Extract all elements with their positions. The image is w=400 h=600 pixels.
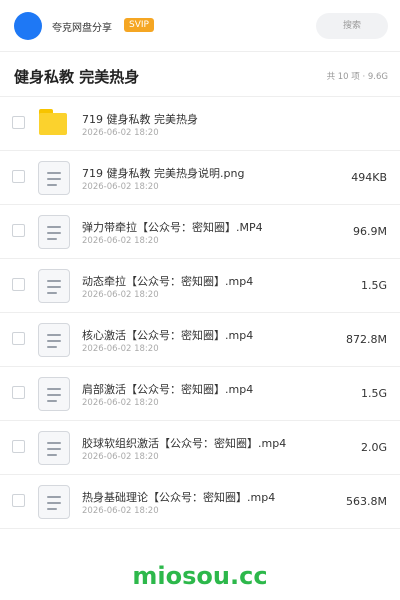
list-item[interactable]: 719 健身私教 完美热身说明.png 2026-06-02 18:20 494… — [0, 151, 400, 205]
checkbox[interactable] — [12, 386, 25, 399]
checkbox[interactable] — [12, 116, 25, 129]
checkbox[interactable] — [12, 278, 25, 291]
list-item[interactable]: 胶球软组织激活【公众号：密知圈】.mp4 2026-06-02 18:20 2.… — [0, 421, 400, 475]
list-item[interactable]: 弹力带牵拉【公众号：密知圈】.MP4 2026-06-02 18:20 96.9… — [0, 205, 400, 259]
file-name: 719 健身私教 完美热身 — [82, 113, 198, 126]
svip-badge: SVIP — [124, 18, 154, 32]
file-icon — [38, 323, 70, 357]
search-input[interactable]: 搜索 — [316, 13, 388, 39]
file-name: 核心激活【公众号：密知圈】.mp4 — [82, 329, 254, 342]
file-size: 1.5G — [360, 387, 387, 400]
checkbox[interactable] — [12, 170, 25, 183]
file-size: 494KB — [351, 171, 387, 184]
file-date: 2026-06-02 18:20 — [82, 182, 159, 192]
file-date: 2026-06-02 18:20 — [82, 398, 159, 408]
folder-icon — [38, 109, 70, 135]
file-date: 2026-06-02 18:20 — [82, 236, 159, 246]
file-name: 热身基础理论【公众号：密知圈】.mp4 — [82, 491, 276, 504]
list-item[interactable]: 核心激活【公众号：密知圈】.mp4 2026-06-02 18:20 872.8… — [0, 313, 400, 367]
list-item[interactable]: 肩部激活【公众号：密知圈】.mp4 2026-06-02 18:20 1.5G — [0, 367, 400, 421]
file-icon — [38, 377, 70, 411]
file-icon — [38, 431, 70, 465]
file-icon — [38, 485, 70, 519]
list-item[interactable]: 热身基础理论【公众号：密知圈】.mp4 2026-06-02 18:20 563… — [0, 475, 400, 529]
share-title: 夸克网盘分享 — [52, 23, 112, 34]
folder-meta: 共 10 项 · 9.6G — [326, 72, 388, 82]
file-size: 2.0G — [360, 441, 387, 454]
list-item[interactable]: 动态牵拉【公众号：密知圈】.mp4 2026-06-02 18:20 1.5G — [0, 259, 400, 313]
watermark: miosou.cc — [132, 562, 268, 590]
file-date: 2026-06-02 18:20 — [82, 506, 159, 516]
top-bar: 夸克网盘分享 SVIP 搜索 — [0, 0, 400, 52]
file-list: 719 健身私教 完美热身 2026-06-02 18:20 719 健身私教 … — [0, 97, 400, 529]
file-date: 2026-06-02 18:20 — [82, 452, 159, 462]
file-size: 872.8M — [346, 333, 387, 346]
avatar[interactable] — [14, 12, 42, 40]
file-size: 1.5G — [360, 279, 387, 292]
list-item[interactable]: 719 健身私教 完美热身 2026-06-02 18:20 — [0, 97, 400, 151]
page-title: 健身私教 完美热身 — [14, 68, 140, 86]
checkbox[interactable] — [12, 494, 25, 507]
file-name: 动态牵拉【公众号：密知圈】.mp4 — [82, 275, 254, 288]
file-icon — [38, 215, 70, 249]
file-size: 563.8M — [346, 495, 387, 508]
file-date: 2026-06-02 18:20 — [82, 290, 159, 300]
file-date: 2026-06-02 18:20 — [82, 344, 159, 354]
checkbox[interactable] — [12, 224, 25, 237]
file-name: 719 健身私教 完美热身说明.png — [82, 167, 245, 180]
file-icon — [38, 161, 70, 195]
file-name: 肩部激活【公众号：密知圈】.mp4 — [82, 383, 254, 396]
folder-header: 健身私教 完美热身 共 10 项 · 9.6G — [0, 52, 400, 97]
checkbox[interactable] — [12, 332, 25, 345]
file-icon — [38, 269, 70, 303]
checkbox[interactable] — [12, 440, 25, 453]
file-name: 胶球软组织激活【公众号：密知圈】.mp4 — [82, 437, 287, 450]
file-date: 2026-06-02 18:20 — [82, 128, 159, 138]
file-name: 弹力带牵拉【公众号：密知圈】.MP4 — [82, 221, 263, 234]
file-size: 96.9M — [353, 225, 387, 238]
